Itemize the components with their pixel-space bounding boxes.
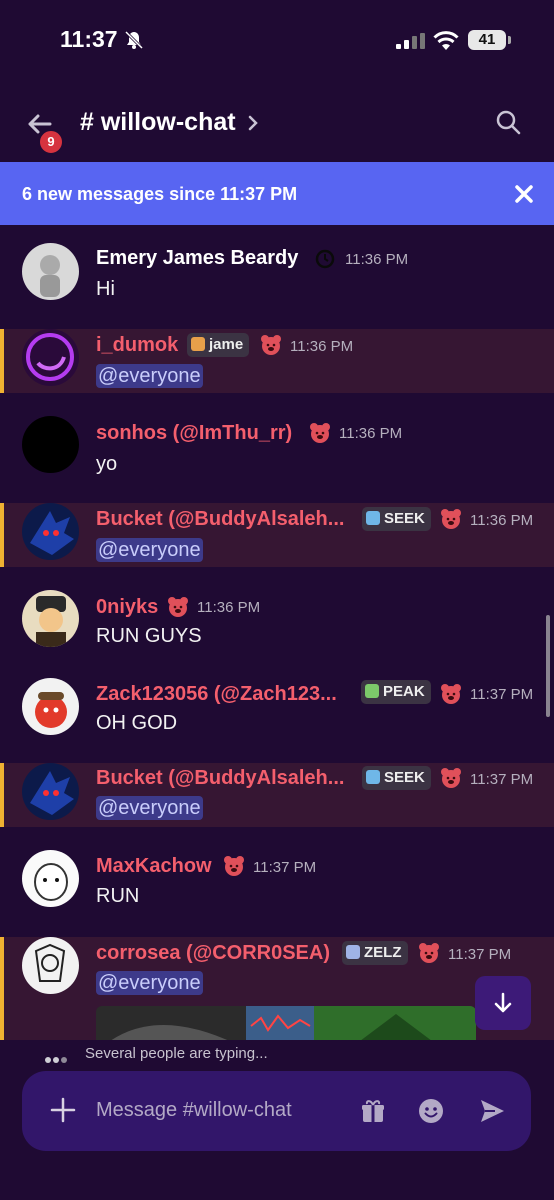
bear-icon (441, 684, 461, 704)
search-icon[interactable] (494, 108, 522, 136)
message-text: Hi (96, 278, 115, 300)
emoji-icon[interactable] (418, 1098, 444, 1124)
gift-icon[interactable] (360, 1098, 386, 1124)
channel-title[interactable]: # willow-chat (80, 108, 236, 137)
new-messages-banner[interactable]: 6 new messages since 11:37 PM (0, 162, 554, 225)
boost-clock-icon (315, 249, 335, 269)
message-item: sonhos (@ImThu_rr) 11:36 PM yo (0, 393, 554, 503)
message-timestamp: 11:37 PM (470, 771, 534, 788)
plus-icon[interactable] (50, 1097, 76, 1123)
shield-icon (346, 945, 360, 959)
snowflake-icon (366, 770, 380, 784)
typing-dots-icon (45, 1050, 69, 1068)
message-text: yo (96, 453, 118, 475)
mention-everyone[interactable]: @everyone (96, 971, 203, 995)
chevron-right-icon[interactable] (246, 114, 260, 132)
message-item-mention: Bucket (@BuddyAlsaleh... SEEK 11:37 PM @… (0, 763, 554, 827)
avatar[interactable] (22, 937, 79, 994)
user-tag: jame (187, 333, 250, 357)
leaf-icon (365, 684, 379, 698)
tag-label: jame (209, 336, 244, 353)
arrow-down-icon (494, 992, 512, 1013)
tag-label: PEAK (383, 683, 425, 700)
bear-icon (419, 943, 439, 963)
message-timestamp: 11:37 PM (253, 859, 317, 876)
message-author[interactable]: 0niyks (96, 596, 158, 619)
message-timestamp: 11:36 PM (345, 251, 409, 268)
bear-icon (441, 768, 461, 788)
mention-everyone[interactable]: @everyone (96, 796, 203, 820)
scrollbar[interactable] (546, 615, 550, 717)
bear-icon (168, 597, 188, 617)
snowflake-icon (366, 511, 380, 525)
bear-icon (261, 335, 281, 355)
message-timestamp: 11:36 PM (197, 599, 261, 616)
tag-label: SEEK (384, 510, 425, 527)
message-timestamp: 11:37 PM (470, 686, 534, 703)
cellular-signal-icon (396, 33, 425, 49)
wifi-icon (433, 31, 459, 50)
message-author[interactable]: Emery James Beardy (96, 247, 298, 270)
avatar[interactable] (22, 850, 79, 907)
typing-text: Several people are typing... (85, 1045, 268, 1062)
close-icon[interactable] (512, 182, 536, 206)
tag-label: ZELZ (364, 944, 402, 961)
message-timestamp: 11:36 PM (339, 425, 403, 442)
avatar[interactable] (22, 243, 79, 300)
message-item: MaxKachow 11:37 PM RUN (0, 827, 554, 937)
message-author[interactable]: Zack123056 (@Zach123... (96, 683, 337, 706)
image-attachment[interactable] (96, 1006, 476, 1044)
bell-muted-icon (124, 30, 144, 50)
message-item-mention: Bucket (@BuddyAlsaleh... SEEK 11:36 PM @… (0, 503, 554, 567)
message-author[interactable]: Bucket (@BuddyAlsaleh... (96, 767, 344, 790)
avatar[interactable] (22, 503, 79, 560)
message-timestamp: 11:37 PM (448, 946, 512, 963)
typing-indicator (0, 1040, 554, 1070)
send-icon[interactable] (478, 1097, 506, 1125)
message-input[interactable]: Message #willow-chat (96, 1099, 292, 1122)
message-author[interactable]: sonhos (@ImThu_rr) (96, 422, 292, 445)
skull-icon (191, 337, 205, 351)
message-author[interactable]: i_dumok (96, 334, 178, 357)
message-text: OH GOD (96, 712, 178, 734)
tag-label: SEEK (384, 769, 425, 786)
user-tag: SEEK (362, 766, 431, 790)
battery-indicator: 41 (468, 30, 511, 50)
bear-icon (224, 856, 244, 876)
mention-everyone[interactable]: @everyone (96, 538, 203, 562)
message-timestamp: 11:36 PM (290, 338, 354, 355)
avatar[interactable] (22, 763, 79, 820)
message-text: RUN GUYS (96, 625, 202, 647)
message-author[interactable]: Bucket (@BuddyAlsaleh... (96, 508, 344, 531)
avatar[interactable] (22, 329, 79, 386)
unread-badge: 9 (38, 129, 64, 155)
avatar[interactable] (22, 590, 79, 647)
user-tag: SEEK (362, 507, 431, 531)
user-tag: ZELZ (342, 941, 408, 965)
message-item: Zack123056 (@Zach123... PEAK 11:37 PM OH… (0, 654, 554, 763)
message-item: 0niyks 11:36 PM RUN GUYS (0, 567, 554, 654)
mention-everyone[interactable]: @everyone (96, 364, 203, 388)
avatar[interactable] (22, 416, 79, 473)
message-timestamp: 11:36 PM (470, 512, 534, 529)
jump-to-latest-button[interactable] (475, 976, 531, 1030)
message-author[interactable]: MaxKachow (96, 855, 212, 878)
message-author[interactable]: corrosea (@CORR0SEA) (96, 942, 330, 965)
user-tag: PEAK (361, 680, 431, 704)
new-messages-text: 6 new messages since 11:37 PM (22, 184, 298, 204)
message-item-mention: i_dumok jame 11:36 PM @everyone (0, 329, 554, 393)
message-text: RUN (96, 885, 140, 907)
bear-icon (441, 509, 461, 529)
bear-icon (310, 423, 330, 443)
message-item: Emery James Beardy 11:36 PM Hi (0, 229, 554, 329)
avatar[interactable] (22, 678, 79, 735)
status-bar: 11:37 41 (0, 0, 554, 84)
status-time: 11:37 (60, 26, 118, 52)
